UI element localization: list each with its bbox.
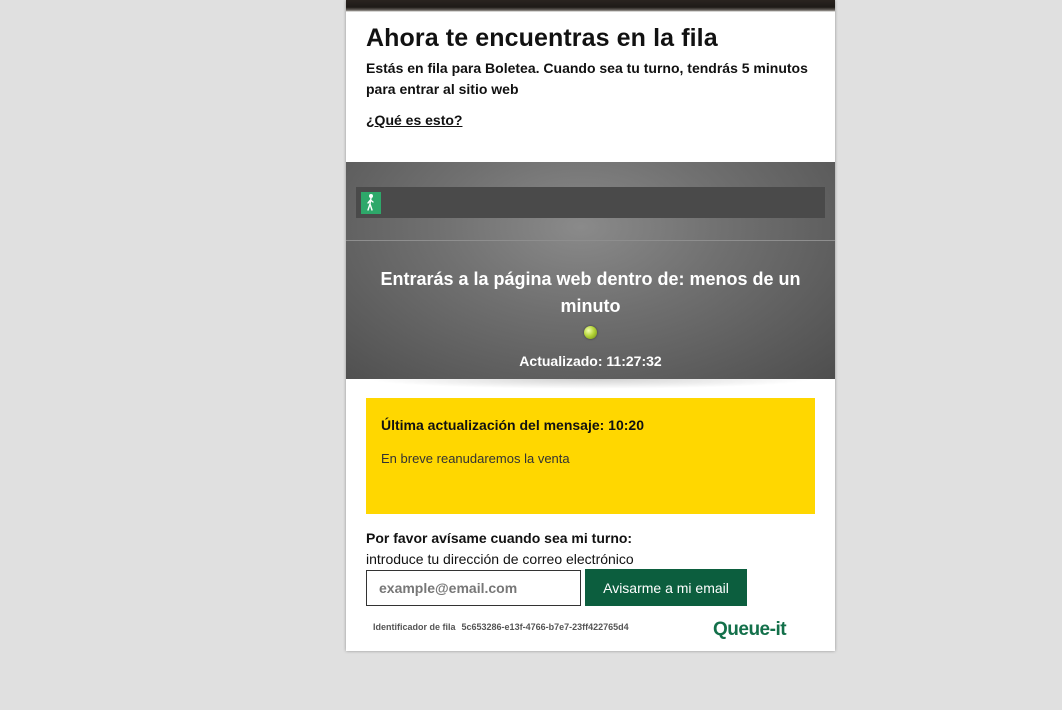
panel-divider (346, 240, 835, 241)
queue-it-logo: Queue-it (713, 619, 787, 640)
queue-id: Identificador de fila 5c653286-e13f-4766-… (373, 622, 629, 632)
notice-title: Última actualización del mensaje: 10:20 (381, 417, 644, 433)
queue-progress-bar (356, 187, 825, 218)
green-dot-icon (584, 326, 597, 339)
queue-id-label: Identificador de fila (373, 622, 456, 632)
notify-heading: Por favor avísame cuando sea mi turno: (366, 530, 633, 546)
walking-person-icon (361, 192, 381, 214)
what-is-this-link[interactable]: ¿Qué es esto? (366, 112, 462, 128)
notify-instructions: introduce tu dirección de correo electró… (366, 551, 634, 567)
last-updated-time: Actualizado: 11:27:32 (519, 353, 662, 369)
header-banner-strip (346, 0, 835, 12)
queue-id-value: 5c653286-e13f-4766-b7e7-23ff422765d4 (461, 622, 629, 632)
queue-status-panel: Entrarás a la página web dentro de: meno… (346, 162, 835, 379)
page-title: Ahora te encuentras en la fila (366, 24, 718, 52)
queue-card: Ahora te encuentras en la fila Estás en … (346, 0, 835, 651)
notice-message: En breve reanudaremos la venta (381, 451, 570, 466)
queue-description: Estás en fila para Boletea. Cuando sea t… (366, 60, 808, 97)
notify-me-button[interactable]: Avisarme a mi email (585, 569, 747, 606)
estimated-wait-text: Entrarás a la página web dentro de: meno… (380, 269, 801, 316)
notice-box: Última actualización del mensaje: 10:20 … (366, 398, 815, 514)
panel-shadow (366, 379, 815, 389)
email-input[interactable] (366, 570, 581, 606)
